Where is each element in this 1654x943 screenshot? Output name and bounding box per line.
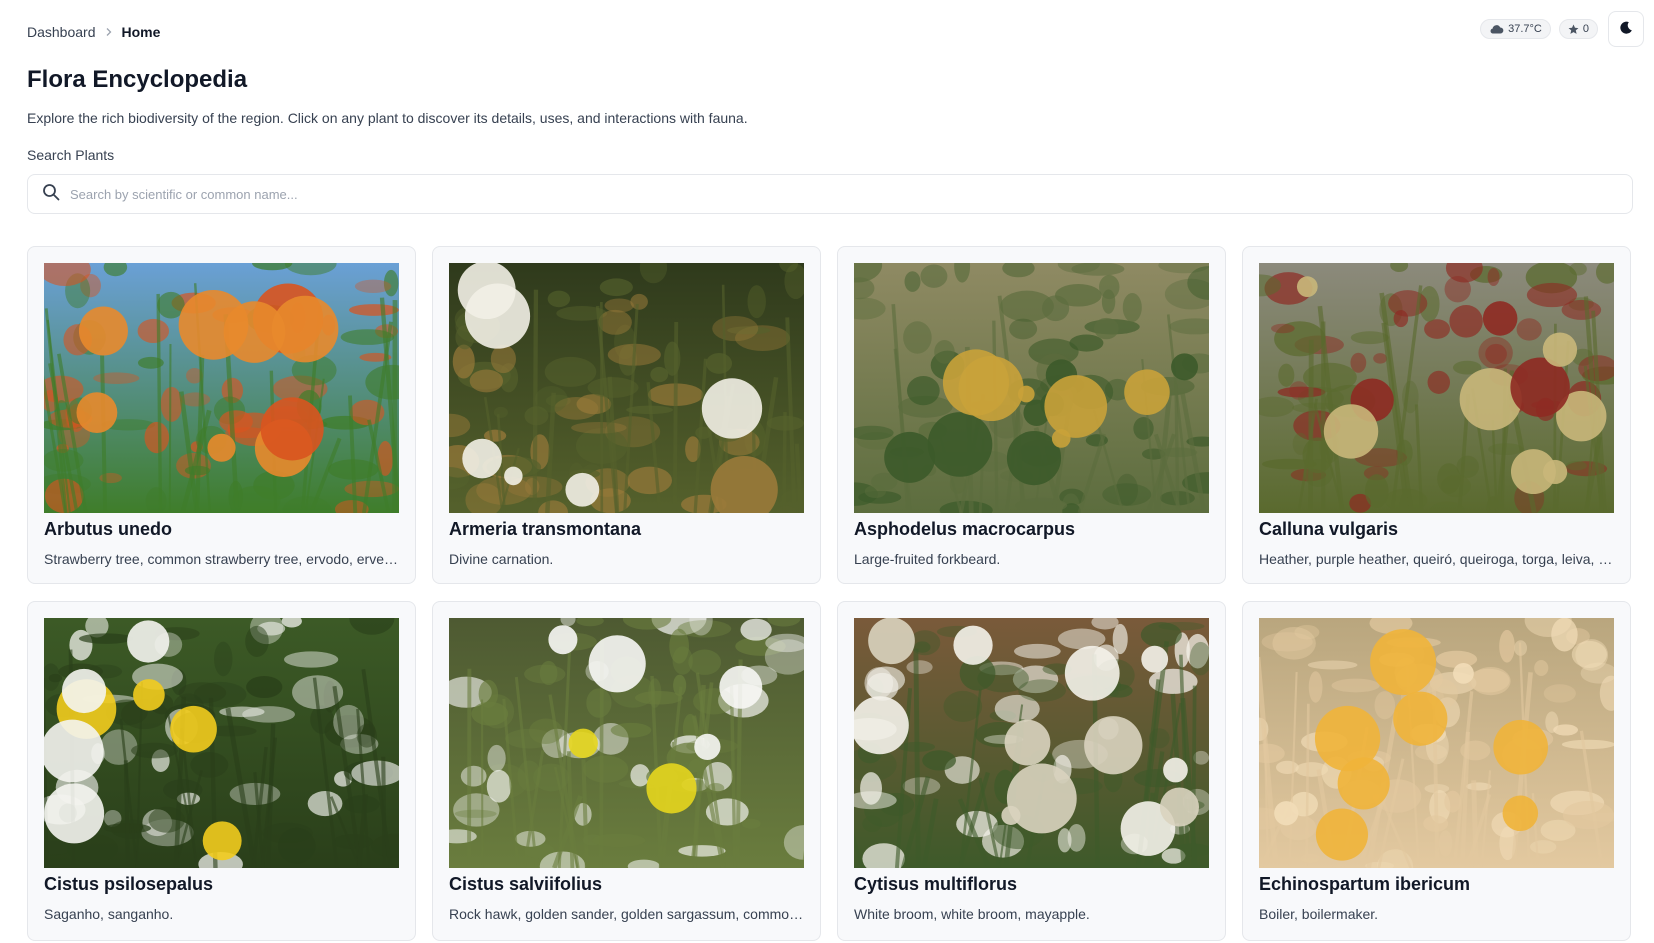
plant-card[interactable]: Calluna vulgaris Heather, purple heather… bbox=[1242, 246, 1631, 584]
plant-name: Armeria transmontana bbox=[449, 519, 642, 539]
favorites-count: 0 bbox=[1582, 23, 1589, 35]
plant-name: Arbutus unedo bbox=[44, 519, 172, 539]
plant-name: Echinospartum ibericum bbox=[1259, 874, 1471, 894]
plant-common-names: Strawberry tree, common strawberry tree,… bbox=[44, 551, 399, 567]
top-bar: Dashboard Home 37.7°C 0 bbox=[27, 11, 1644, 47]
plant-grid: Arbutus unedo Strawberry tree, common st… bbox=[27, 246, 1633, 941]
breadcrumb-current: Home bbox=[121, 24, 161, 40]
weather-badge[interactable]: 37.7°C bbox=[1480, 19, 1551, 39]
star-icon bbox=[1568, 24, 1579, 35]
plant-card[interactable]: Echinospartum ibericum Boiler, boilermak… bbox=[1242, 601, 1631, 941]
breadcrumb: Dashboard Home bbox=[27, 24, 160, 40]
chevron-right-icon bbox=[104, 27, 114, 37]
search-input[interactable] bbox=[70, 186, 1570, 202]
moon-icon bbox=[1619, 21, 1633, 38]
theme-toggle-button[interactable] bbox=[1608, 11, 1644, 47]
plant-image bbox=[449, 618, 804, 868]
page: Dashboard Home 37.7°C 0 Flora Encycloped… bbox=[0, 0, 1654, 943]
plant-common-names: Boiler, boilermaker. bbox=[1259, 906, 1379, 922]
cloud-icon bbox=[1489, 24, 1504, 34]
plant-card[interactable]: Arbutus unedo Strawberry tree, common st… bbox=[27, 246, 416, 584]
plant-card[interactable]: Armeria transmontana Divine carnation. bbox=[432, 246, 821, 584]
plant-name: Cistus salviifolius bbox=[449, 874, 603, 894]
page-subtitle: Explore the rich biodiversity of the reg… bbox=[27, 110, 748, 126]
plant-name: Cistus psilosepalus bbox=[44, 874, 214, 894]
plant-image bbox=[854, 263, 1209, 513]
plant-common-names: Heather, purple heather, queiró, queirog… bbox=[1259, 551, 1614, 567]
status-area: 37.7°C 0 bbox=[1480, 11, 1644, 47]
plant-card[interactable]: Cistus salviifolius Rock hawk, golden sa… bbox=[432, 601, 821, 941]
plant-image bbox=[1259, 618, 1614, 868]
plant-name: Calluna vulgaris bbox=[1259, 519, 1399, 539]
plant-image bbox=[44, 263, 399, 513]
plant-name: Cytisus multiflorus bbox=[854, 874, 1018, 894]
plant-card[interactable]: Cytisus multiflorus White broom, white b… bbox=[837, 601, 1226, 941]
search-icon bbox=[42, 183, 60, 206]
plant-common-names: White broom, white broom, mayapple. bbox=[854, 906, 1090, 922]
temperature-value: 37.7°C bbox=[1508, 23, 1542, 35]
plant-image bbox=[1259, 263, 1614, 513]
plant-common-names: Divine carnation. bbox=[449, 551, 554, 567]
plant-name: Asphodelus macrocarpus bbox=[854, 519, 1076, 539]
breadcrumb-dashboard-link[interactable]: Dashboard bbox=[27, 24, 96, 40]
plant-image bbox=[854, 618, 1209, 868]
favorites-badge[interactable]: 0 bbox=[1558, 19, 1598, 39]
plant-card[interactable]: Asphodelus macrocarpus Large-fruited for… bbox=[837, 246, 1226, 584]
plant-card[interactable]: Cistus psilosepalus Saganho, sanganho. bbox=[27, 601, 416, 941]
plant-common-names: Saganho, sanganho. bbox=[44, 906, 174, 922]
plant-image bbox=[449, 263, 804, 513]
plant-common-names: Rock hawk, golden sander, golden sargass… bbox=[449, 906, 804, 922]
search-box[interactable] bbox=[27, 174, 1633, 214]
plant-common-names: Large-fruited forkbeard. bbox=[854, 551, 1001, 567]
plant-image bbox=[44, 618, 399, 868]
search-label: Search Plants bbox=[27, 147, 115, 163]
page-title: Flora Encyclopedia bbox=[27, 66, 248, 93]
